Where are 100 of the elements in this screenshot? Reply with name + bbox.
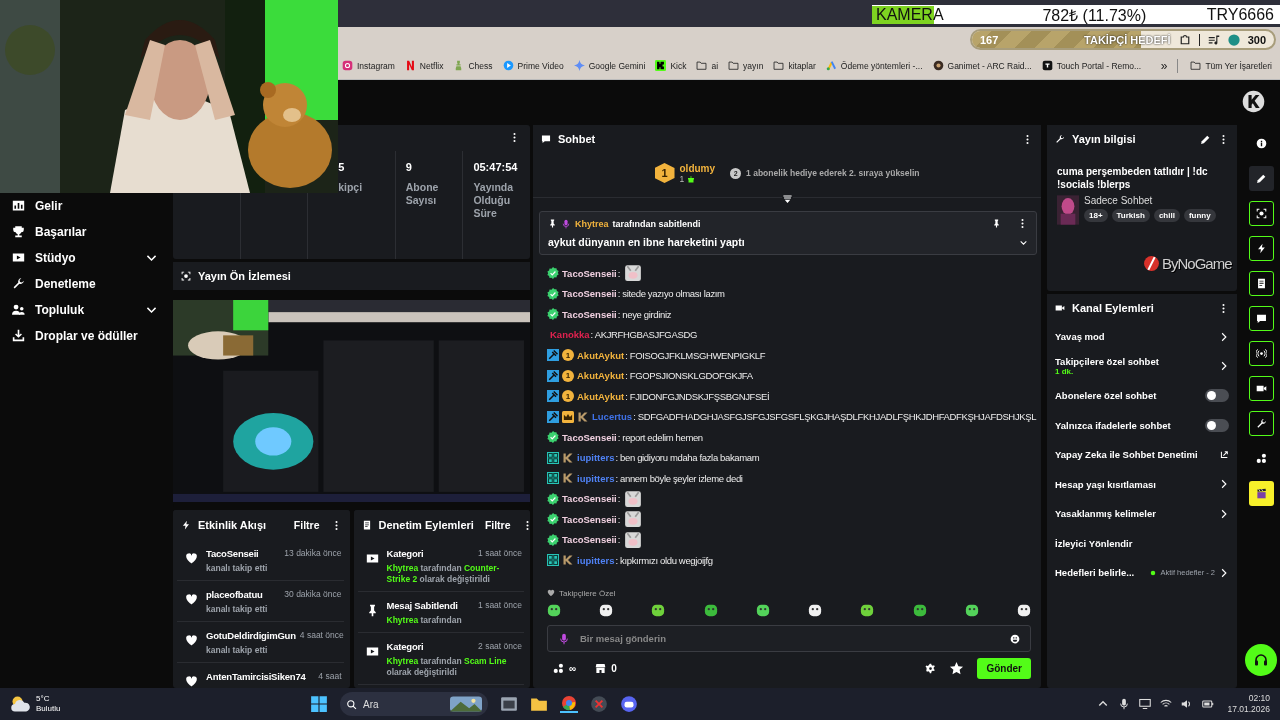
mic-icon[interactable] bbox=[1118, 698, 1131, 710]
monitor-icon[interactable] bbox=[1139, 698, 1152, 710]
emote-icon[interactable] bbox=[755, 603, 770, 617]
sidebar-item[interactable]: Topluluk bbox=[0, 300, 170, 319]
tag[interactable]: funny bbox=[1183, 209, 1216, 222]
bookmark-link[interactable]: Ganimet - ARC Raid... bbox=[932, 60, 1032, 71]
search-field[interactable]: Ara bbox=[363, 695, 444, 713]
toggle-switch[interactable] bbox=[1205, 418, 1229, 432]
window-icon[interactable] bbox=[500, 695, 518, 713]
action-row[interactable]: Yavaş mod bbox=[1047, 322, 1237, 352]
tag[interactable]: Turkish bbox=[1111, 209, 1150, 222]
bookmark-link[interactable]: Chess bbox=[453, 60, 493, 71]
bookmark-link[interactable]: Prime Video bbox=[502, 60, 564, 71]
send-button[interactable]: Gönder bbox=[977, 658, 1031, 679]
bookmark-link[interactable]: Touch Portal - Remo... bbox=[1041, 60, 1142, 71]
badge-star-icon[interactable] bbox=[949, 661, 965, 676]
emote-icon[interactable] bbox=[599, 603, 614, 617]
emoji-icon[interactable] bbox=[1010, 633, 1020, 644]
edit-button[interactable] bbox=[1248, 166, 1274, 191]
filter-button[interactable]: Filtre bbox=[480, 519, 515, 531]
bookmark-link[interactable]: Kick bbox=[655, 60, 687, 71]
bookmark-link[interactable]: yayın bbox=[728, 60, 764, 71]
sidebar-item[interactable]: Stüdyo bbox=[0, 248, 170, 267]
bookmark-link[interactable]: Instagram bbox=[342, 60, 395, 71]
action-row[interactable]: Yapay Zeka ile Sohbet Denetimi bbox=[1047, 440, 1237, 470]
chat-username[interactable]: AkutAykut bbox=[577, 389, 625, 403]
action-row[interactable]: Yasaklanmış kelimeler bbox=[1047, 499, 1237, 529]
pin-icon[interactable] bbox=[992, 219, 1001, 228]
chat-username[interactable]: AkutAykut bbox=[577, 348, 625, 362]
search-box[interactable]: Ara bbox=[340, 692, 488, 716]
emote-icon[interactable] bbox=[808, 603, 823, 617]
clapper-button[interactable] bbox=[1248, 481, 1274, 506]
app-icon[interactable] bbox=[590, 695, 608, 713]
kick-logo-icon[interactable] bbox=[1242, 89, 1265, 113]
sidebar-item[interactable]: Denetleme bbox=[0, 274, 170, 293]
sidebar-item[interactable]: Gelir bbox=[0, 196, 170, 215]
screen-capture-button[interactable] bbox=[1248, 201, 1274, 226]
document-button[interactable] bbox=[1248, 271, 1274, 296]
tag[interactable]: 18+ bbox=[1084, 209, 1108, 222]
chat-username[interactable]: Lucertus bbox=[592, 410, 633, 424]
clock[interactable]: 02:10 17.01.2026 bbox=[1227, 693, 1270, 715]
folder-icon[interactable] bbox=[530, 695, 548, 713]
bolt-button[interactable] bbox=[1248, 236, 1274, 261]
more-bookmarks-button[interactable]: » bbox=[1160, 58, 1179, 73]
emote-icon[interactable] bbox=[860, 603, 875, 617]
emote-icon[interactable] bbox=[964, 603, 979, 617]
settings-icon[interactable] bbox=[925, 663, 937, 674]
action-row[interactable]: Abonelere özel sohbet bbox=[1047, 381, 1237, 411]
chat-username[interactable]: TacoSenseii bbox=[562, 492, 617, 506]
square-logo-icon bbox=[1041, 60, 1053, 71]
toggle-switch[interactable] bbox=[1205, 389, 1229, 403]
message-input[interactable]: Bir mesaj gönderin bbox=[580, 628, 1000, 649]
chat-username[interactable]: iupitters bbox=[577, 553, 615, 567]
bookmark-link[interactable]: Netflix bbox=[404, 60, 444, 71]
battery-icon[interactable] bbox=[1202, 698, 1215, 710]
filter-button[interactable]: Filtre bbox=[289, 519, 324, 531]
chat-username[interactable]: TacoSenseii bbox=[562, 287, 617, 301]
sidebar-item[interactable]: Droplar ve ödüller bbox=[0, 326, 170, 345]
message-box[interactable]: Bir mesaj gönderin bbox=[547, 625, 1031, 652]
action-row[interactable]: Yalnızca ifadelerle sohbet bbox=[1047, 410, 1237, 440]
chat-username[interactable]: TacoSenseii bbox=[562, 307, 617, 321]
chat-username[interactable]: Kanokka bbox=[550, 328, 590, 342]
emote-icon[interactable] bbox=[547, 603, 561, 617]
chat-bubble-app-icon[interactable] bbox=[620, 695, 638, 713]
k-badge-icon bbox=[562, 554, 574, 567]
chat-username[interactable]: iupitters bbox=[577, 471, 615, 485]
chat-username[interactable]: TacoSenseii bbox=[562, 512, 617, 526]
chat-message: : ben gidiyoru mdaha fazla bakamam bbox=[615, 451, 760, 465]
emote-icon[interactable] bbox=[1016, 603, 1031, 617]
subscriber-badge: 1 bbox=[562, 369, 574, 382]
store-icon[interactable] bbox=[595, 663, 607, 674]
support-button[interactable] bbox=[1245, 644, 1277, 676]
chat-username[interactable]: TacoSenseii bbox=[562, 533, 617, 547]
action-row[interactable]: Takipçilere özel sohbet 1 dk. bbox=[1047, 351, 1237, 381]
edit-icon[interactable] bbox=[1200, 133, 1211, 145]
bookmark-link[interactable]: kitaplar bbox=[773, 60, 816, 71]
sidebar-item[interactable]: Başarılar bbox=[0, 222, 170, 241]
tag[interactable]: chill bbox=[1153, 209, 1180, 222]
wrench-button[interactable] bbox=[1248, 411, 1274, 436]
emote-icon[interactable] bbox=[912, 603, 927, 617]
bookmark-link[interactable]: Ödeme yöntemleri -... bbox=[825, 60, 923, 71]
action-row[interactable]: Hesap yaşı kısıtlaması bbox=[1047, 469, 1237, 499]
bookmark-link[interactable]: ai bbox=[696, 60, 719, 71]
chat-username[interactable]: AkutAykut bbox=[577, 369, 625, 383]
emote-icon[interactable] bbox=[651, 603, 666, 617]
chat-button[interactable] bbox=[1248, 306, 1274, 331]
bookmark-link[interactable]: Google Gemini bbox=[573, 60, 646, 71]
chat-username[interactable]: TacoSenseii bbox=[562, 430, 617, 444]
video-button[interactable] bbox=[1248, 376, 1274, 401]
action-row[interactable]: İzleyici Yönlendir bbox=[1047, 528, 1237, 558]
windows-icon[interactable] bbox=[310, 695, 328, 713]
emote-icon[interactable] bbox=[703, 603, 718, 617]
chat-username[interactable]: iupitters bbox=[577, 451, 615, 465]
bookmark-folder[interactable]: Tüm Yer İşaretleri bbox=[1190, 60, 1272, 71]
verified-badge-icon bbox=[547, 431, 559, 444]
points-icon[interactable] bbox=[553, 663, 564, 674]
weather-text: Bulutlu bbox=[36, 704, 61, 714]
chat-username[interactable]: TacoSenseii bbox=[562, 266, 617, 280]
broadcast-button[interactable] bbox=[1248, 341, 1274, 366]
browser-icon[interactable] bbox=[560, 695, 578, 713]
